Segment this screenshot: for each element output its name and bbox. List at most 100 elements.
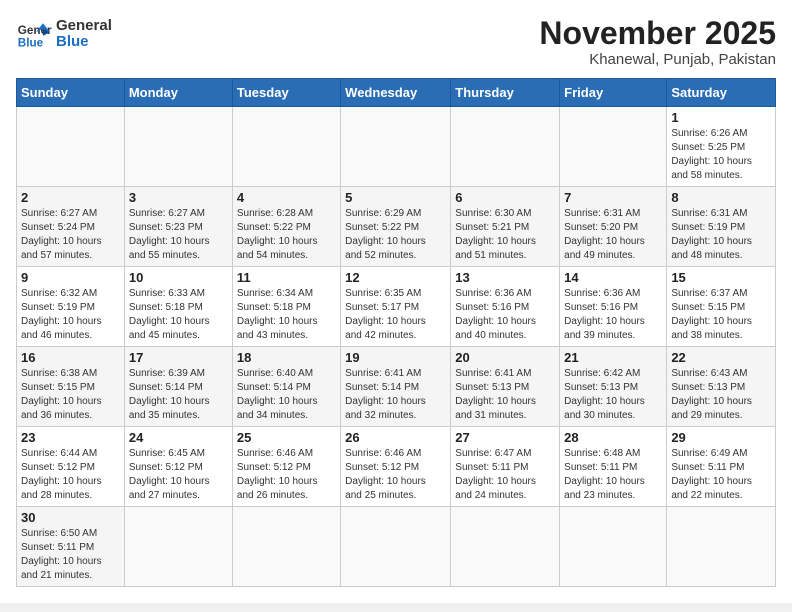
day-info: Sunrise: 6:31 AM Sunset: 5:20 PM Dayligh… [564,207,662,263]
table-row [124,507,232,587]
calendar-row-2: 2 Sunrise: 6:27 AM Sunset: 5:24 PM Daylig… [17,187,776,267]
day-number: 15 [671,270,771,285]
day-info: Sunrise: 6:41 AM Sunset: 5:14 PM Dayligh… [345,367,446,423]
logo-icon: General Blue [16,16,52,52]
day-info: Sunrise: 6:50 AM Sunset: 5:11 PM Dayligh… [21,527,120,583]
day-info: Sunrise: 6:36 AM Sunset: 5:16 PM Dayligh… [455,287,555,343]
calendar-row-3: 9Sunrise: 6:32 AM Sunset: 5:19 PM Daylig… [17,267,776,347]
table-row: 12 Sunrise: 6:35 AM Sunset: 5:17 PM Dayli… [341,267,451,347]
day-number: 13 [455,270,555,285]
table-row: 5 Sunrise: 6:29 AM Sunset: 5:22 PM Daylig… [341,187,451,267]
day-number: 20 [455,350,555,365]
calendar: Sunday Monday Tuesday Wednesday Thursday… [16,78,776,587]
day-info: Sunrise: 6:32 AM Sunset: 5:19 PM Dayligh… [21,287,120,343]
table-row: 29 Sunrise: 6:49 AM Sunset: 5:11 PM Dayli… [667,427,776,507]
day-number: 6 [455,190,555,205]
calendar-row-1: 1 Sunrise: 6:26 AM Sunset: 5:25 PM Daylig… [17,107,776,187]
day-number: 29 [671,430,771,445]
day-number: 30 [21,510,120,525]
table-row: 9Sunrise: 6:32 AM Sunset: 5:19 PM Daylig… [17,267,125,347]
table-row [667,507,776,587]
table-row: 11 Sunrise: 6:34 AM Sunset: 5:18 PM Dayli… [232,267,340,347]
header-wednesday: Wednesday [341,79,451,107]
day-number: 8 [671,190,771,205]
table-row: 14Sunrise: 6:36 AM Sunset: 5:16 PM Dayli… [560,267,667,347]
table-row: 8 Sunrise: 6:31 AM Sunset: 5:19 PM Daylig… [667,187,776,267]
day-number: 5 [345,190,446,205]
header-friday: Friday [560,79,667,107]
table-row [232,107,340,187]
location: Khanewal, Punjab, Pakistan [539,51,776,68]
table-row: 6 Sunrise: 6:30 AM Sunset: 5:21 PM Daylig… [451,187,560,267]
day-info: Sunrise: 6:34 AM Sunset: 5:18 PM Dayligh… [237,287,336,343]
table-row: 25 Sunrise: 6:46 AM Sunset: 5:12 PM Dayli… [232,427,340,507]
day-number: 25 [237,430,336,445]
table-row: 24Sunrise: 6:45 AM Sunset: 5:12 PM Dayli… [124,427,232,507]
day-info: Sunrise: 6:49 AM Sunset: 5:11 PM Dayligh… [671,447,771,503]
table-row [560,507,667,587]
table-row: 1 Sunrise: 6:26 AM Sunset: 5:25 PM Daylig… [667,107,776,187]
day-info: Sunrise: 6:44 AM Sunset: 5:12 PM Dayligh… [21,447,120,503]
title-block: November 2025 Khanewal, Punjab, Pakistan [539,16,776,68]
table-row: 20 Sunrise: 6:41 AM Sunset: 5:13 PM Dayli… [451,347,560,427]
calendar-row-5: 23 Sunrise: 6:44 AM Sunset: 5:12 PM Dayli… [17,427,776,507]
table-row: 22Sunrise: 6:43 AM Sunset: 5:13 PM Dayli… [667,347,776,427]
table-row: 21Sunrise: 6:42 AM Sunset: 5:13 PM Dayli… [560,347,667,427]
day-info: Sunrise: 6:43 AM Sunset: 5:13 PM Dayligh… [671,367,771,423]
table-row: 15 Sunrise: 6:37 AM Sunset: 5:15 PM Dayli… [667,267,776,347]
day-number: 28 [564,430,662,445]
table-row [451,507,560,587]
day-number: 26 [345,430,446,445]
day-number: 21 [564,350,662,365]
table-row: 2 Sunrise: 6:27 AM Sunset: 5:24 PM Daylig… [17,187,125,267]
day-info: Sunrise: 6:39 AM Sunset: 5:14 PM Dayligh… [129,367,228,423]
table-row [17,107,125,187]
day-info: Sunrise: 6:48 AM Sunset: 5:11 PM Dayligh… [564,447,662,503]
day-number: 1 [671,110,771,125]
day-info: Sunrise: 6:41 AM Sunset: 5:13 PM Dayligh… [455,367,555,423]
day-number: 12 [345,270,446,285]
day-number: 7 [564,190,662,205]
day-info: Sunrise: 6:31 AM Sunset: 5:19 PM Dayligh… [671,207,771,263]
table-row: 3 Sunrise: 6:27 AM Sunset: 5:23 PM Daylig… [124,187,232,267]
table-row: 13 Sunrise: 6:36 AM Sunset: 5:16 PM Dayli… [451,267,560,347]
logo: General Blue General Blue [16,16,112,52]
day-number: 23 [21,430,120,445]
day-info: Sunrise: 6:27 AM Sunset: 5:23 PM Dayligh… [129,207,228,263]
table-row: 26Sunrise: 6:46 AM Sunset: 5:12 PM Dayli… [341,427,451,507]
svg-text:Blue: Blue [18,37,44,50]
day-info: Sunrise: 6:45 AM Sunset: 5:12 PM Dayligh… [129,447,228,503]
day-number: 3 [129,190,228,205]
table-row: 16 Sunrise: 6:38 AM Sunset: 5:15 PM Dayli… [17,347,125,427]
day-number: 18 [237,350,336,365]
table-row: 7 Sunrise: 6:31 AM Sunset: 5:20 PM Daylig… [560,187,667,267]
day-info: Sunrise: 6:30 AM Sunset: 5:21 PM Dayligh… [455,207,555,263]
day-info: Sunrise: 6:38 AM Sunset: 5:15 PM Dayligh… [21,367,120,423]
table-row: 17Sunrise: 6:39 AM Sunset: 5:14 PM Dayli… [124,347,232,427]
table-row: 27Sunrise: 6:47 AM Sunset: 5:11 PM Dayli… [451,427,560,507]
day-info: Sunrise: 6:27 AM Sunset: 5:24 PM Dayligh… [21,207,120,263]
table-row [341,507,451,587]
day-info: Sunrise: 6:36 AM Sunset: 5:16 PM Dayligh… [564,287,662,343]
day-info: Sunrise: 6:35 AM Sunset: 5:17 PM Dayligh… [345,287,446,343]
day-number: 10 [129,270,228,285]
day-info: Sunrise: 6:46 AM Sunset: 5:12 PM Dayligh… [237,447,336,503]
day-number: 2 [21,190,120,205]
day-info: Sunrise: 6:37 AM Sunset: 5:15 PM Dayligh… [671,287,771,343]
table-row [341,107,451,187]
day-info: Sunrise: 6:33 AM Sunset: 5:18 PM Dayligh… [129,287,228,343]
day-info: Sunrise: 6:29 AM Sunset: 5:22 PM Dayligh… [345,207,446,263]
table-row: 19Sunrise: 6:41 AM Sunset: 5:14 PM Dayli… [341,347,451,427]
table-row: 4Sunrise: 6:28 AM Sunset: 5:22 PM Daylig… [232,187,340,267]
day-info: Sunrise: 6:26 AM Sunset: 5:25 PM Dayligh… [671,127,771,183]
day-number: 27 [455,430,555,445]
logo-general: General [56,18,112,35]
header-saturday: Saturday [667,79,776,107]
header-tuesday: Tuesday [232,79,340,107]
day-number: 11 [237,270,336,285]
header-monday: Monday [124,79,232,107]
header: General Blue General Blue November 2025 … [16,16,776,68]
table-row: 30 Sunrise: 6:50 AM Sunset: 5:11 PM Dayli… [17,507,125,587]
day-number: 16 [21,350,120,365]
table-row: 10 Sunrise: 6:33 AM Sunset: 5:18 PM Dayli… [124,267,232,347]
